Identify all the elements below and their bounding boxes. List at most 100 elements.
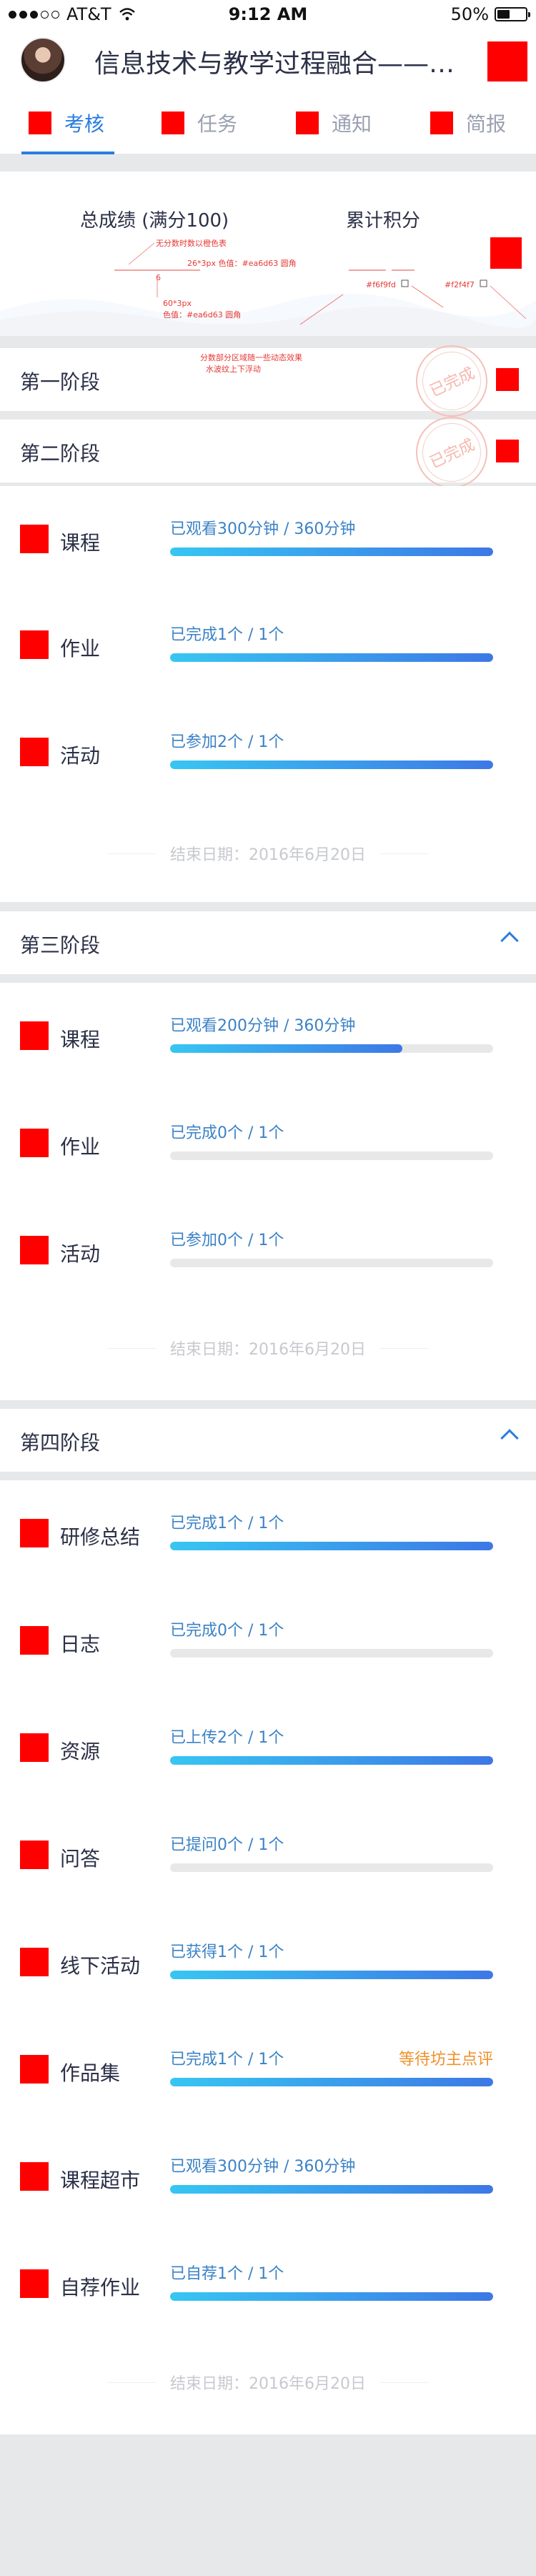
avatar[interactable] [20,37,66,83]
progress-bar [170,1756,493,1765]
stage-header-4[interactable]: 第四阶段 [0,1409,536,1472]
progress-bar [170,653,493,662]
score-panel: 总成绩 (满分100) 累计积分 无分数时数以橙色表 26*3px 色值：#ea… [0,172,536,336]
progress-bar [170,1542,493,1550]
tab-notices[interactable]: 通知 [296,91,372,154]
course-market-icon [20,2162,49,2191]
activity-icon [20,1236,49,1264]
progress-bar [170,2078,493,2086]
progress-bar [170,1971,493,1979]
list-item[interactable]: 日志 已完成0个 / 1个 [0,1587,536,1695]
recommend-work-icon [20,2269,49,2298]
pending-review-note: 等待坊主点评 [398,2051,493,2069]
qa-icon [20,1841,49,1869]
stage-title: 第三阶段 [20,933,101,957]
end-date: 结束日期：2016年6月20日 [107,1337,430,1359]
progress-text: 已观看300分钟 / 360分钟 [170,520,356,538]
list-item[interactable]: 课程超市 已观看300分钟 / 360分钟 [0,2124,536,2231]
item-name: 研修总结 [60,1525,141,1549]
item-name: 活动 [60,1242,101,1266]
progress-text: 已完成0个 / 1个 [170,1124,284,1142]
item-name: 日志 [60,1633,101,1656]
list-item[interactable]: 活动 已参加2个 / 1个 [0,699,536,806]
item-name: 课程超市 [60,2169,141,2192]
chevron-up-icon[interactable] [500,931,519,950]
battery-icon [495,7,530,21]
end-date: 结束日期：2016年6月20日 [107,2371,430,2394]
item-name: 作业 [60,1135,101,1159]
list-item[interactable]: 问答 已提问0个 / 1个 [0,1802,536,1909]
item-name: 课程 [60,1028,101,1051]
stage-body-2: 课程 已观看300分钟 / 360分钟 作业 已完成1个 / 1个 活动 已参加… [0,486,536,902]
battery-area: 50% [450,4,530,24]
progress-text: 已完成1个 / 1个 [170,1515,284,1532]
assessment-icon [29,112,51,134]
active-tab-indicator [21,152,114,154]
menu-icon[interactable] [487,41,527,81]
status-bar: AT&T 9:12 AM 50% [0,0,536,29]
stage-header-2[interactable]: 第二阶段 已完成 [0,405,536,500]
homework-icon [20,1129,49,1157]
annotation: 分数部分区域随一些动态效果 [200,353,302,362]
completed-stamp: 已完成 [404,333,500,429]
stage-header-3[interactable]: 第三阶段 [0,911,536,974]
course-icon [20,525,49,553]
progress-bar [170,1259,493,1267]
score-flag-icon[interactable] [490,237,522,269]
tab-tasks[interactable]: 任务 [162,91,237,154]
progress-text: 已完成0个 / 1个 [170,1622,284,1640]
item-name: 活动 [60,744,101,768]
tab-label: 任务 [197,112,238,136]
list-item[interactable]: 作业 已完成1个 / 1个 [0,592,536,699]
journal-icon [20,1626,49,1655]
tab-briefing[interactable]: 简报 [430,91,506,154]
item-name: 作品集 [60,2061,121,2085]
progress-bar [170,1863,493,1872]
notices-icon [296,112,319,134]
progress-bar [170,2292,493,2301]
end-date: 结束日期：2016年6月20日 [107,842,430,865]
progress-text: 已参加2个 / 1个 [170,733,284,751]
progress-text: 已观看200分钟 / 360分钟 [170,1017,356,1035]
tab-label: 通知 [332,112,372,136]
item-name: 问答 [60,1847,101,1871]
progress-bar [170,1044,493,1053]
progress-text: 已获得1个 / 1个 [170,1943,284,1961]
list-item[interactable]: 作业 已完成0个 / 1个 [0,1090,536,1197]
progress-bar [170,1649,493,1658]
briefing-icon [430,112,453,134]
end-date-text: 结束日期：2016年6月20日 [170,2375,366,2393]
course-icon [20,1021,49,1050]
progress-text: 已自荐1个 / 1个 [170,2265,284,2283]
annotation-lines [114,242,527,325]
tab-label: 简报 [466,112,507,136]
list-item[interactable]: 课程 已观看300分钟 / 360分钟 [0,486,536,593]
item-name: 线下活动 [60,1954,141,1978]
progress-bar [170,548,493,556]
item-name: 自荐作业 [60,2276,141,2299]
list-item[interactable]: 资源 已上传2个 / 1个 [0,1695,536,1802]
tab-label: 考核 [64,112,105,136]
list-item[interactable]: 自荐作业 已自荐1个 / 1个 [0,2231,536,2338]
tab-bar: 考核 任务 通知 简报 [0,91,536,154]
list-item[interactable]: 研修总结 已完成1个 / 1个 [0,1480,536,1587]
list-item[interactable]: 活动 已参加0个 / 1个 [0,1197,536,1304]
stage-flag-icon[interactable] [496,440,519,462]
list-item[interactable]: 作品集 已完成1个 / 1个 等待坊主点评 [0,2016,536,2124]
progress-text: 已完成1个 / 1个 [170,626,284,644]
stage-body-3: 课程 已观看200分钟 / 360分钟 作业 已完成0个 / 1个 活动 已参加… [0,983,536,1400]
battery-percent: 50% [450,4,489,24]
tab-assessment[interactable]: 考核 [21,91,114,154]
list-item[interactable]: 线下活动 已获得1个 / 1个 [0,1909,536,2016]
stage-flag-icon[interactable] [496,368,519,391]
annotation: 水波纹上下浮动 [206,365,261,374]
item-name: 资源 [60,1740,101,1763]
summary-icon [20,1519,49,1547]
progress-text: 已参加0个 / 1个 [170,1232,284,1249]
list-item[interactable]: 课程 已观看200分钟 / 360分钟 [0,983,536,1090]
progress-bar [170,1151,493,1160]
chevron-up-icon[interactable] [500,1429,519,1447]
progress-bar [170,2185,493,2194]
progress-bar [170,761,493,769]
stage-title: 第一阶段 [20,370,101,394]
